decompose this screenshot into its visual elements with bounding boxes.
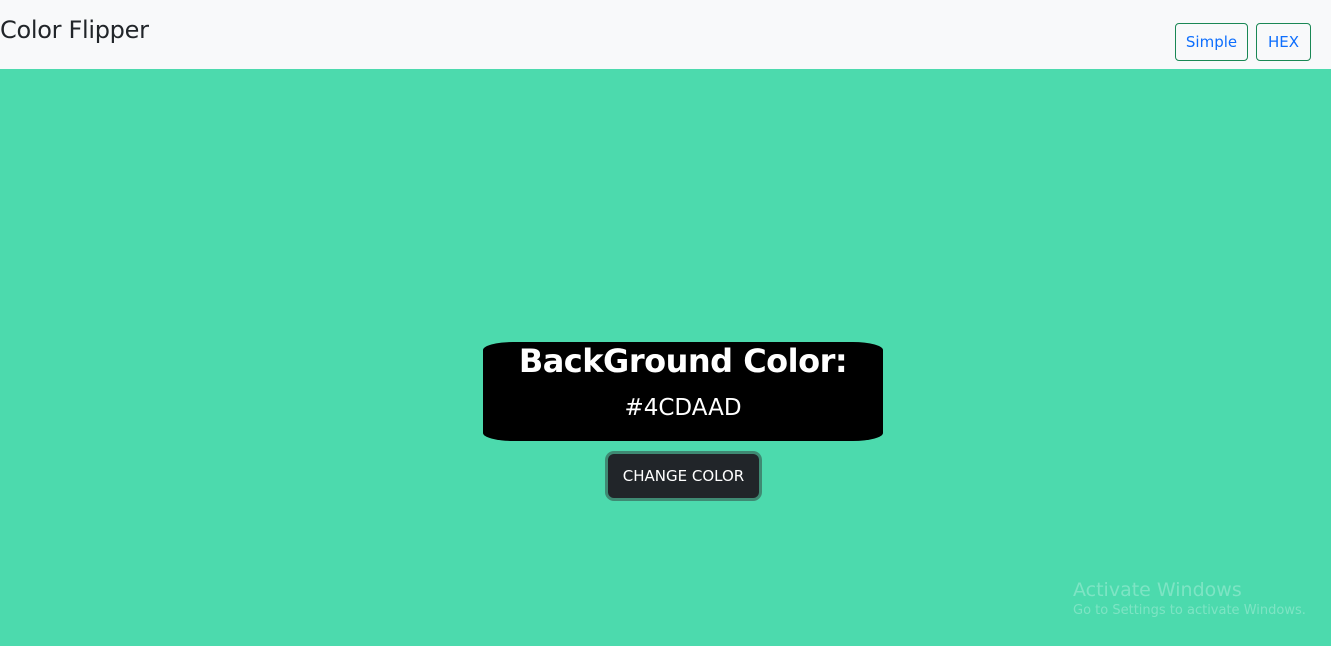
main-area: BackGround Color: #4CDAAD CHANGE COLOR A… <box>0 69 1331 646</box>
brand-title[interactable]: Color Flipper <box>0 16 149 44</box>
hex-button[interactable]: HEX <box>1256 23 1311 61</box>
simple-button[interactable]: Simple <box>1175 23 1248 61</box>
navbar: Color Flipper Simple HEX <box>0 0 1331 69</box>
watermark-title: Activate Windows <box>1073 579 1242 601</box>
change-color-button[interactable]: CHANGE COLOR <box>608 454 759 498</box>
windows-activation-watermark: Activate Windows Go to Settings to activ… <box>1073 579 1306 618</box>
watermark-subtitle: Go to Settings to activate Windows. <box>1073 603 1306 618</box>
color-value: #4CDAAD <box>624 395 742 421</box>
color-heading: BackGround Color: <box>518 342 848 380</box>
color-display-box: BackGround Color: #4CDAAD <box>483 342 883 441</box>
